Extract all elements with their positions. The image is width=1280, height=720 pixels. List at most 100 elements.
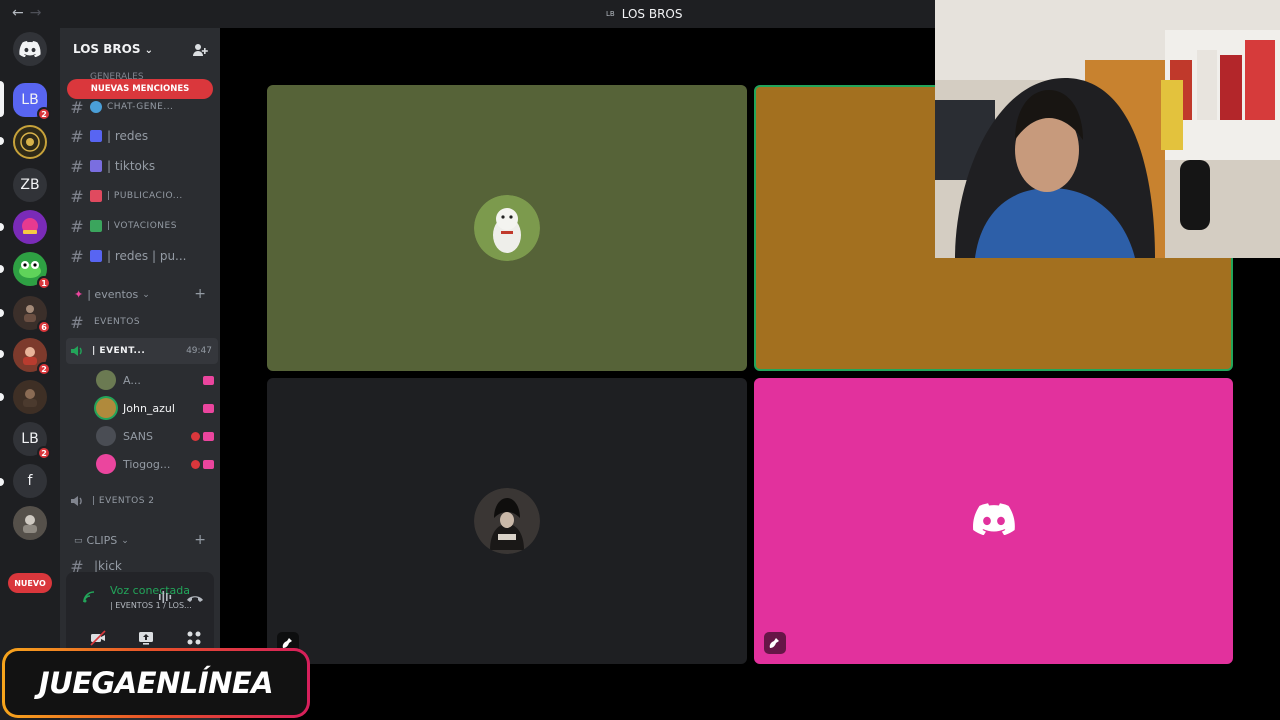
title-bar: ←→ LB LOS BROS: [0, 0, 935, 28]
noise-suppression-icon[interactable]: [158, 590, 174, 604]
server-lb-label: LB: [21, 92, 39, 108]
voice-user-name: SANS: [123, 429, 153, 443]
avatar: [96, 454, 116, 474]
speaker-icon: [66, 492, 88, 511]
watermark-logo: JUEGAENLÍNEA: [2, 648, 310, 718]
mention-badge: 6: [37, 320, 51, 334]
portrait-icon: [23, 389, 37, 407]
arrow-right-icon[interactable]: →: [30, 5, 48, 21]
mention-badge: 1: [37, 276, 51, 290]
title-badge: LB: [606, 10, 615, 18]
server-zb[interactable]: ZB: [13, 168, 47, 202]
figure-icon: [24, 305, 36, 322]
channel-label: | PUBLICACIO...: [107, 191, 183, 201]
category-label: CLIPS: [86, 534, 118, 547]
avatar: [96, 426, 116, 446]
mention-badge: 2: [37, 107, 51, 121]
hash-icon: #: [70, 156, 84, 176]
live-icon: [203, 403, 214, 413]
channel-redes[interactable]: # | redes: [66, 123, 218, 149]
signal-icon[interactable]: [82, 590, 98, 604]
channel-eventos-text[interactable]: # EVENTOS: [66, 309, 218, 335]
avatar: [474, 488, 540, 554]
create-channel-button[interactable]: +: [194, 532, 206, 548]
screen-share-icon[interactable]: [138, 630, 154, 646]
add-user-icon[interactable]: [192, 42, 208, 58]
soundboard-icon[interactable]: [764, 632, 786, 654]
category-eventos[interactable]: ✦ | eventos ⌄: [74, 288, 150, 301]
channel-publicaciones[interactable]: # | PUBLICACIO...: [66, 183, 218, 209]
voice-user[interactable]: Tiogog...: [96, 452, 214, 476]
voice-user[interactable]: SANS: [96, 424, 214, 448]
channel-label: | redes: [107, 129, 149, 143]
channel-redes-pu[interactable]: # | redes | pu...: [66, 243, 218, 269]
channel-tiktoks[interactable]: # | tiktoks: [66, 153, 218, 179]
create-channel-button[interactable]: +: [194, 286, 206, 302]
unread-pill: [0, 350, 4, 358]
photo-icon: [23, 515, 37, 533]
guild-header[interactable]: LOS BROS ⌄: [73, 42, 153, 56]
arrow-left-icon[interactable]: ←: [12, 5, 30, 21]
character-icon: [23, 347, 37, 365]
discord-logo-icon: [19, 41, 41, 57]
channel-votaciones[interactable]: # | VOTACIONES: [66, 213, 218, 239]
voice-channel-eventos-1[interactable]: | EVENT... 49:47: [66, 338, 218, 364]
voice-location[interactable]: | EVENTOS 1 / LOS...: [110, 601, 192, 610]
active-server-pill: [0, 81, 4, 117]
channel-label: | redes | pu...: [107, 249, 187, 263]
globe-icon: [90, 101, 102, 113]
server-lb-2[interactable]: LB 2: [13, 422, 51, 460]
channel-chat-general[interactable]: # CHAT-GENE...: [66, 94, 218, 120]
server-lb-2-label: LB: [21, 431, 39, 447]
chevron-down-icon: ⌄: [142, 289, 150, 300]
mention-badge: 2: [37, 446, 51, 460]
hash-icon: #: [70, 312, 84, 332]
book-icon: [90, 130, 102, 142]
voice-channel-eventos-2[interactable]: | EVENTOS 2: [66, 488, 218, 514]
voice-user[interactable]: John_azul: [96, 396, 214, 420]
speaker-icon: [66, 342, 88, 361]
server-f-label: f: [27, 473, 33, 489]
channel-label: | EVENT...: [92, 346, 146, 356]
discord-logo-icon: [973, 503, 1015, 535]
unread-pill: [0, 265, 4, 273]
book-icon: [90, 250, 102, 262]
server-golden[interactable]: [13, 125, 47, 159]
new-servers-pill[interactable]: NUEVO: [8, 573, 52, 593]
guild-name: LOS BROS: [73, 42, 141, 56]
voice-user-name: John_azul: [123, 401, 175, 415]
deafened-icon: [191, 431, 200, 441]
channel-label: | EVENTOS 2: [92, 496, 155, 506]
server-brown[interactable]: [13, 380, 47, 414]
voice-user[interactable]: A...: [96, 368, 214, 392]
chevron-down-icon: ⌄: [121, 535, 129, 546]
disconnect-icon[interactable]: [186, 592, 204, 604]
activities-icon[interactable]: [186, 630, 202, 646]
participant-tile[interactable]: [267, 85, 747, 371]
live-icon: [203, 459, 214, 469]
voice-status[interactable]: Voz conectada: [110, 584, 190, 597]
camera-off-icon[interactable]: [90, 630, 106, 646]
participant-tile[interactable]: [754, 378, 1233, 664]
channel-label: CHAT-GENE...: [107, 102, 174, 112]
nav-arrows: ←→: [12, 5, 47, 21]
server-red[interactable]: 2: [13, 338, 51, 376]
channel-label: EVENTOS: [94, 317, 141, 327]
frog-icon: [19, 261, 41, 278]
server-green[interactable]: 1: [13, 252, 51, 290]
server-lb[interactable]: LB 2: [13, 83, 51, 121]
watermark-inner: JUEGAENLÍNEA: [5, 651, 307, 715]
server-zb-label: ZB: [20, 177, 40, 193]
server-dark[interactable]: 6: [13, 296, 51, 334]
participant-tile[interactable]: [267, 378, 747, 664]
window-title: LB LOS BROS: [606, 7, 682, 21]
home-button[interactable]: [13, 32, 47, 66]
server-purple[interactable]: [13, 210, 47, 244]
channel-label: | tiktoks: [107, 159, 156, 173]
server-photo[interactable]: [13, 506, 47, 540]
channel-label: |kick: [94, 559, 122, 573]
deafened-icon: [191, 459, 200, 469]
hash-icon: #: [70, 216, 84, 236]
category-clips[interactable]: ▭ CLIPS ⌄: [74, 534, 129, 547]
server-f[interactable]: f: [13, 464, 47, 498]
